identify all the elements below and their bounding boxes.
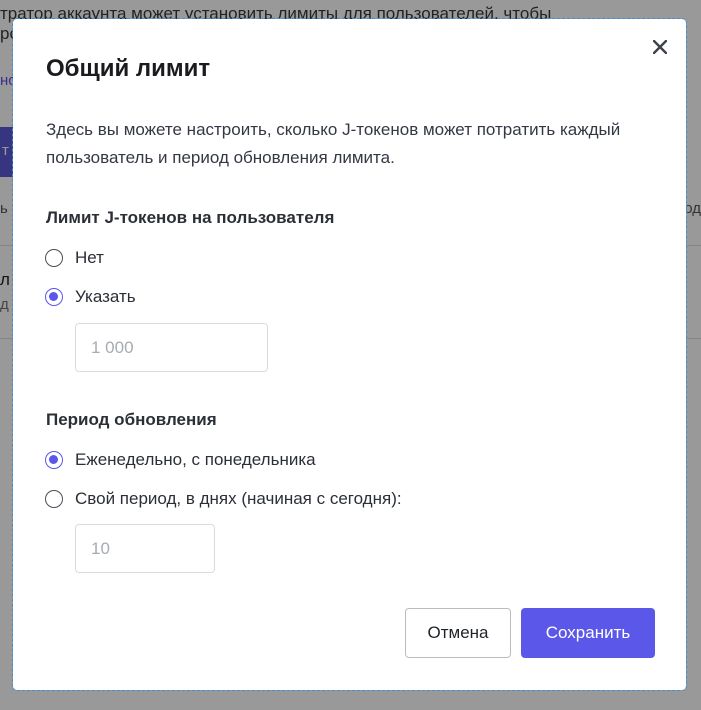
radio-unchecked[interactable] (45, 490, 63, 508)
save-button[interactable]: Сохранить (521, 608, 655, 658)
radio-label: Нет (75, 248, 104, 267)
radio-label: Еженедельно, с понедельника (75, 450, 316, 469)
token-limit-option-specify[interactable]: Указать (45, 285, 136, 309)
radio-checked[interactable] (45, 451, 63, 469)
custom-days-input[interactable] (75, 524, 215, 573)
general-limit-dialog: Общий лимит Здесь вы можете настроить, с… (12, 18, 687, 691)
token-limit-input[interactable] (75, 323, 268, 372)
radio-label: Свой период, в днях (начиная с сегодня): (75, 489, 402, 508)
dialog-title: Общий лимит (46, 55, 211, 82)
token-limit-section-title: Лимит J-токенов на пользователя (46, 208, 335, 227)
cancel-button[interactable]: Отмена (405, 608, 511, 658)
refresh-option-weekly[interactable]: Еженедельно, с понедельника (45, 448, 316, 472)
close-button[interactable] (649, 36, 671, 58)
dialog-description: Здесь вы можете настроить, сколько J-ток… (46, 120, 621, 167)
refresh-period-section-title: Период обновления (46, 410, 217, 429)
radio-unchecked[interactable] (45, 249, 63, 267)
radio-checked[interactable] (45, 288, 63, 306)
token-limit-option-none[interactable]: Нет (45, 246, 104, 270)
refresh-option-custom-days[interactable]: Свой период, в днях (начиная с сегодня): (45, 487, 402, 511)
radio-label: Указать (75, 287, 136, 306)
close-icon (653, 40, 667, 54)
